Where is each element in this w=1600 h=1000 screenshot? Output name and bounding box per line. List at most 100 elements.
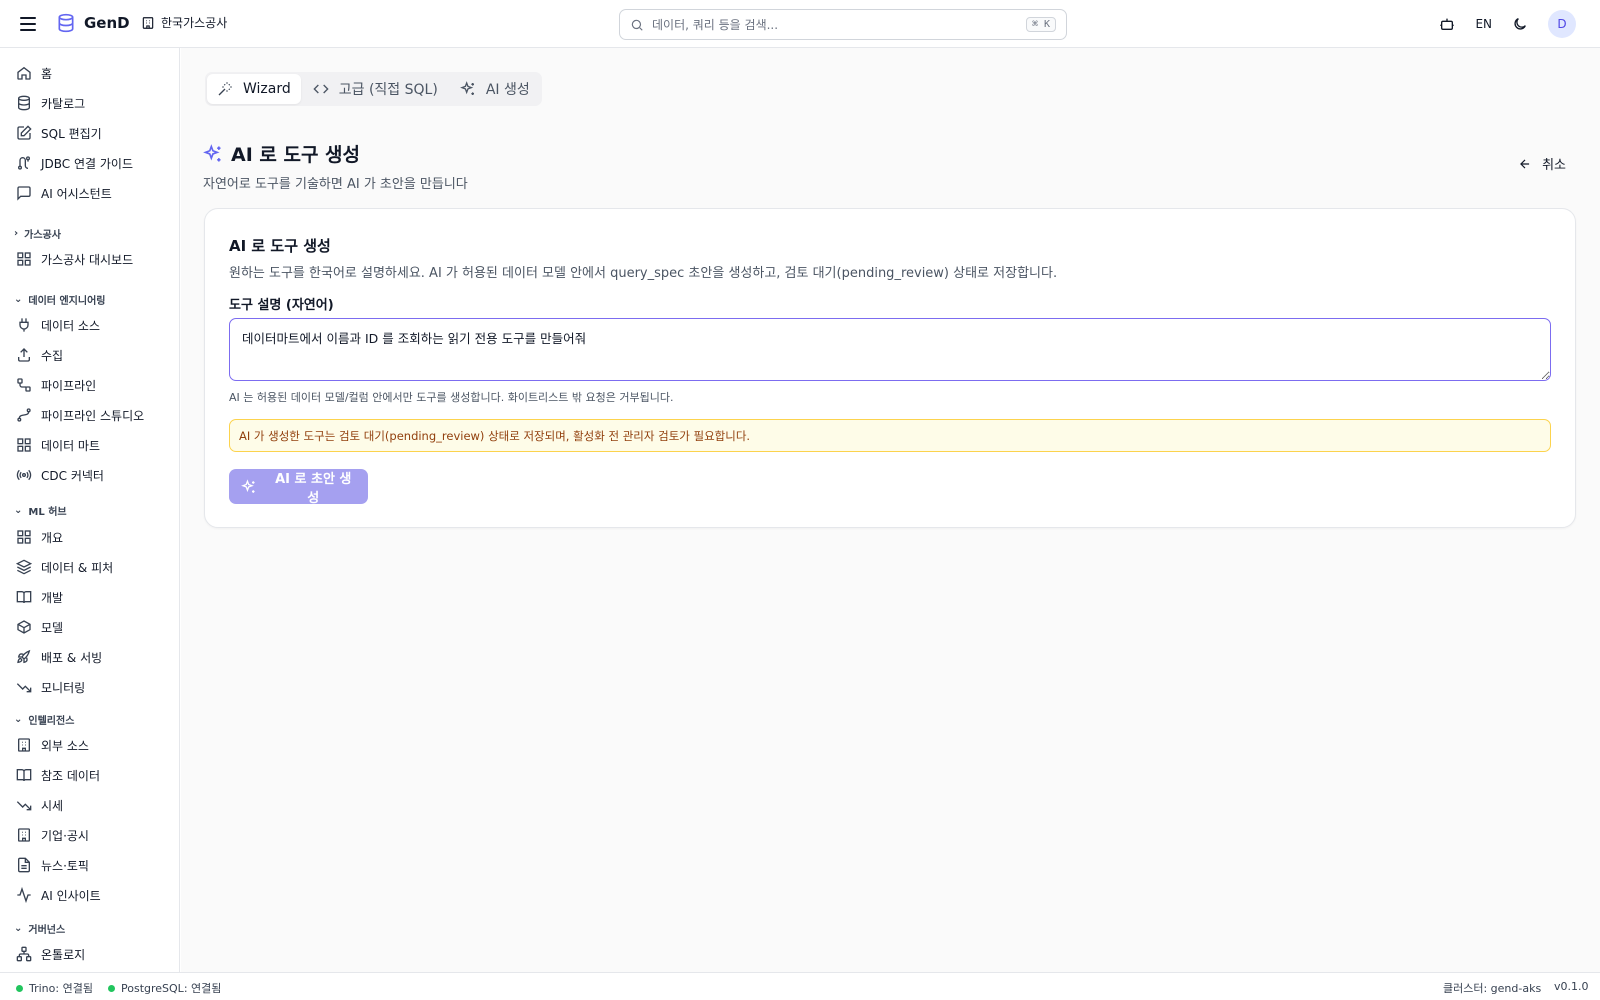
sidebar-item-cdc-connector[interactable]: CDC 커넥터 xyxy=(16,463,172,487)
radio-icon xyxy=(16,469,32,481)
brand[interactable]: GenD xyxy=(56,13,130,33)
rocket-icon xyxy=(17,649,31,664)
section-label: ML 허브 xyxy=(28,507,67,518)
bot-icon[interactable] xyxy=(1435,12,1459,36)
sidebar-item-data-features[interactable]: 데이터 & 피처 xyxy=(16,555,172,579)
field-hint: AI 는 허용된 데이터 모델/컬럼 안에서만 도구를 생성합니다. 화이트리스… xyxy=(229,391,674,404)
field-label: 도구 설명 (자연어) xyxy=(229,298,334,313)
trino-status: Trino: 연결됨 xyxy=(16,980,93,996)
building-icon xyxy=(18,828,30,842)
sidebar-item-label: AI 인사이트 xyxy=(41,888,101,903)
chevron-down-icon: ⌄ xyxy=(14,714,23,725)
sparkles-icon xyxy=(241,478,255,493)
sidebar-item-gas-dashboard[interactable]: 가스공사 대시보드 xyxy=(16,247,172,271)
chevron-right-icon: › xyxy=(14,228,19,239)
sidebar-item-ontology[interactable]: 온톨로지 xyxy=(16,942,172,966)
cancel-button[interactable]: 취소 xyxy=(1518,154,1566,173)
box-icon xyxy=(17,620,31,634)
tab-advanced-sql[interactable]: 고급 (직접 SQL) xyxy=(303,74,448,104)
section-gas[interactable]: › 가스공사 xyxy=(14,226,61,241)
page-title: AI 로 도구 생성 xyxy=(231,144,361,166)
tab-wizard[interactable]: Wizard xyxy=(207,74,301,104)
sidebar-item-pipeline[interactable]: 파이프라인 xyxy=(16,373,172,397)
sidebar-item-monitoring[interactable]: 모니터링 xyxy=(16,675,172,699)
sidebar-item-label: 홈 xyxy=(41,66,53,81)
upload-icon xyxy=(18,348,30,362)
trending-down-icon xyxy=(16,801,32,811)
sidebar-item-overview[interactable]: 개요 xyxy=(16,525,172,549)
workflow-icon xyxy=(17,378,31,392)
plug-route-icon xyxy=(18,156,30,170)
version-label: v0.1.0 xyxy=(1554,980,1589,993)
wand-icon xyxy=(218,82,232,96)
status-text: 클러스터: gend-aks xyxy=(1443,982,1542,995)
sidebar-item-label: 데이터 & 피처 xyxy=(41,560,114,575)
sidebar-item-data-mart[interactable]: 데이터 마트 xyxy=(16,433,172,457)
sidebar-item-ai-assistant[interactable]: AI 어시스턴트 xyxy=(16,181,172,205)
arrow-left-icon xyxy=(1520,159,1530,168)
status-text: v0.1.0 xyxy=(1554,980,1589,993)
sidebar-item-home[interactable]: 홈 xyxy=(16,61,172,85)
trending-down-icon xyxy=(16,683,32,693)
org-selector[interactable]: 한국가스공사 xyxy=(141,14,227,31)
sidebar-item-catalog[interactable]: 카탈로그 xyxy=(16,91,172,115)
section-intelligence[interactable]: ⌄ 인텔리전스 xyxy=(14,712,74,727)
building-icon xyxy=(18,738,30,752)
section-label: 데이터 엔지니어링 xyxy=(28,296,106,307)
sidebar-item-label: CDC 커넥터 xyxy=(41,468,104,483)
sidebar-item-reference-data[interactable]: 참조 데이터 xyxy=(16,763,172,787)
cluster-status: 클러스터: gend-aks xyxy=(1443,980,1541,996)
section-ml-hub[interactable]: ⌄ ML 허브 xyxy=(14,503,67,518)
sidebar-item-label: 개발 xyxy=(41,590,64,605)
tool-description-textarea[interactable]: 데이터마트에서 이름과 ID 를 조회하는 읽기 전용 도구를 만들어줘 xyxy=(229,318,1551,381)
section-data-engineering[interactable]: ⌄ 데이터 엔지니어링 xyxy=(14,292,105,307)
sidebar-item-ai-insight[interactable]: AI 인사이트 xyxy=(16,883,172,907)
file-icon xyxy=(18,857,30,873)
tab-label: AI 생성 xyxy=(485,82,530,98)
avatar[interactable]: D xyxy=(1548,10,1576,38)
sidebar-item-sql-editor[interactable]: SQL 편집기 xyxy=(16,121,172,145)
status-text: Trino: 연결됨 xyxy=(29,982,93,995)
sidebar-item-deploy-serving[interactable]: 배포 & 서빙 xyxy=(16,645,172,669)
sidebar-item-label: 개요 xyxy=(41,530,64,545)
language-toggle[interactable]: EN xyxy=(1475,17,1492,31)
sparkles-icon xyxy=(459,81,474,95)
chevron-down-icon: ⌄ xyxy=(14,505,23,516)
sidebar-item-label: 온톨로지 xyxy=(41,947,86,962)
sidebar-item-model[interactable]: 모델 xyxy=(16,615,172,639)
sidebar-item-label: 외부 소스 xyxy=(41,738,89,753)
sidebar-item-ingest[interactable]: 수집 xyxy=(16,343,172,367)
sidebar-item-external-source[interactable]: 외부 소스 xyxy=(16,733,172,757)
section-label: 가스공사 xyxy=(24,230,61,241)
activity-icon xyxy=(17,887,31,903)
sparkles-icon xyxy=(203,143,221,161)
sidebar-item-jdbc-guide[interactable]: JDBC 연결 가이드 xyxy=(16,151,172,175)
sidebar-item-pipeline-studio[interactable]: 파이프라인 스튜디오 xyxy=(16,403,172,427)
postgres-status: PostgreSQL: 연결됨 xyxy=(108,980,221,996)
search-input[interactable] xyxy=(652,17,1026,32)
button-label: AI 로 초안 생성 xyxy=(275,471,352,506)
sidebar-item-label: 데이터 마트 xyxy=(41,438,101,453)
moon-icon[interactable] xyxy=(1508,12,1532,36)
sidebar-item-market-price[interactable]: 시세 xyxy=(16,793,172,817)
section-governance[interactable]: ⌄ 거버넌스 xyxy=(14,921,65,936)
sidebar-item-data-source[interactable]: 데이터 소스 xyxy=(16,313,172,337)
book-icon xyxy=(16,591,32,604)
search-bar[interactable]: ⌘ K xyxy=(619,9,1067,40)
sidebar-item-development[interactable]: 개발 xyxy=(16,585,172,609)
chevron-down-icon: ⌄ xyxy=(14,923,23,934)
status-bar: Trino: 연결됨 PostgreSQL: 연결됨 클러스터: gend-ak… xyxy=(0,972,1600,1000)
card-title: AI 로 도구 생성 xyxy=(229,237,331,255)
brand-name: GenD xyxy=(84,14,130,32)
sidebar-item-label: 배포 & 서빙 xyxy=(41,650,103,665)
status-dot-icon xyxy=(16,984,23,992)
tab-ai-generate[interactable]: AI 생성 xyxy=(450,74,540,104)
sidebar-item-label: 파이프라인 xyxy=(41,378,97,393)
sidebar-item-company-disclosure[interactable]: 기업·공시 xyxy=(16,823,172,847)
generate-draft-button[interactable]: AI 로 초안 생성 xyxy=(229,469,368,506)
section-label: 거버넌스 xyxy=(28,925,66,936)
message-icon xyxy=(17,186,31,201)
status-text: PostgreSQL: 연결됨 xyxy=(121,982,222,995)
menu-icon[interactable] xyxy=(18,14,38,34)
sidebar-item-news-topic[interactable]: 뉴스·토픽 xyxy=(16,853,172,877)
